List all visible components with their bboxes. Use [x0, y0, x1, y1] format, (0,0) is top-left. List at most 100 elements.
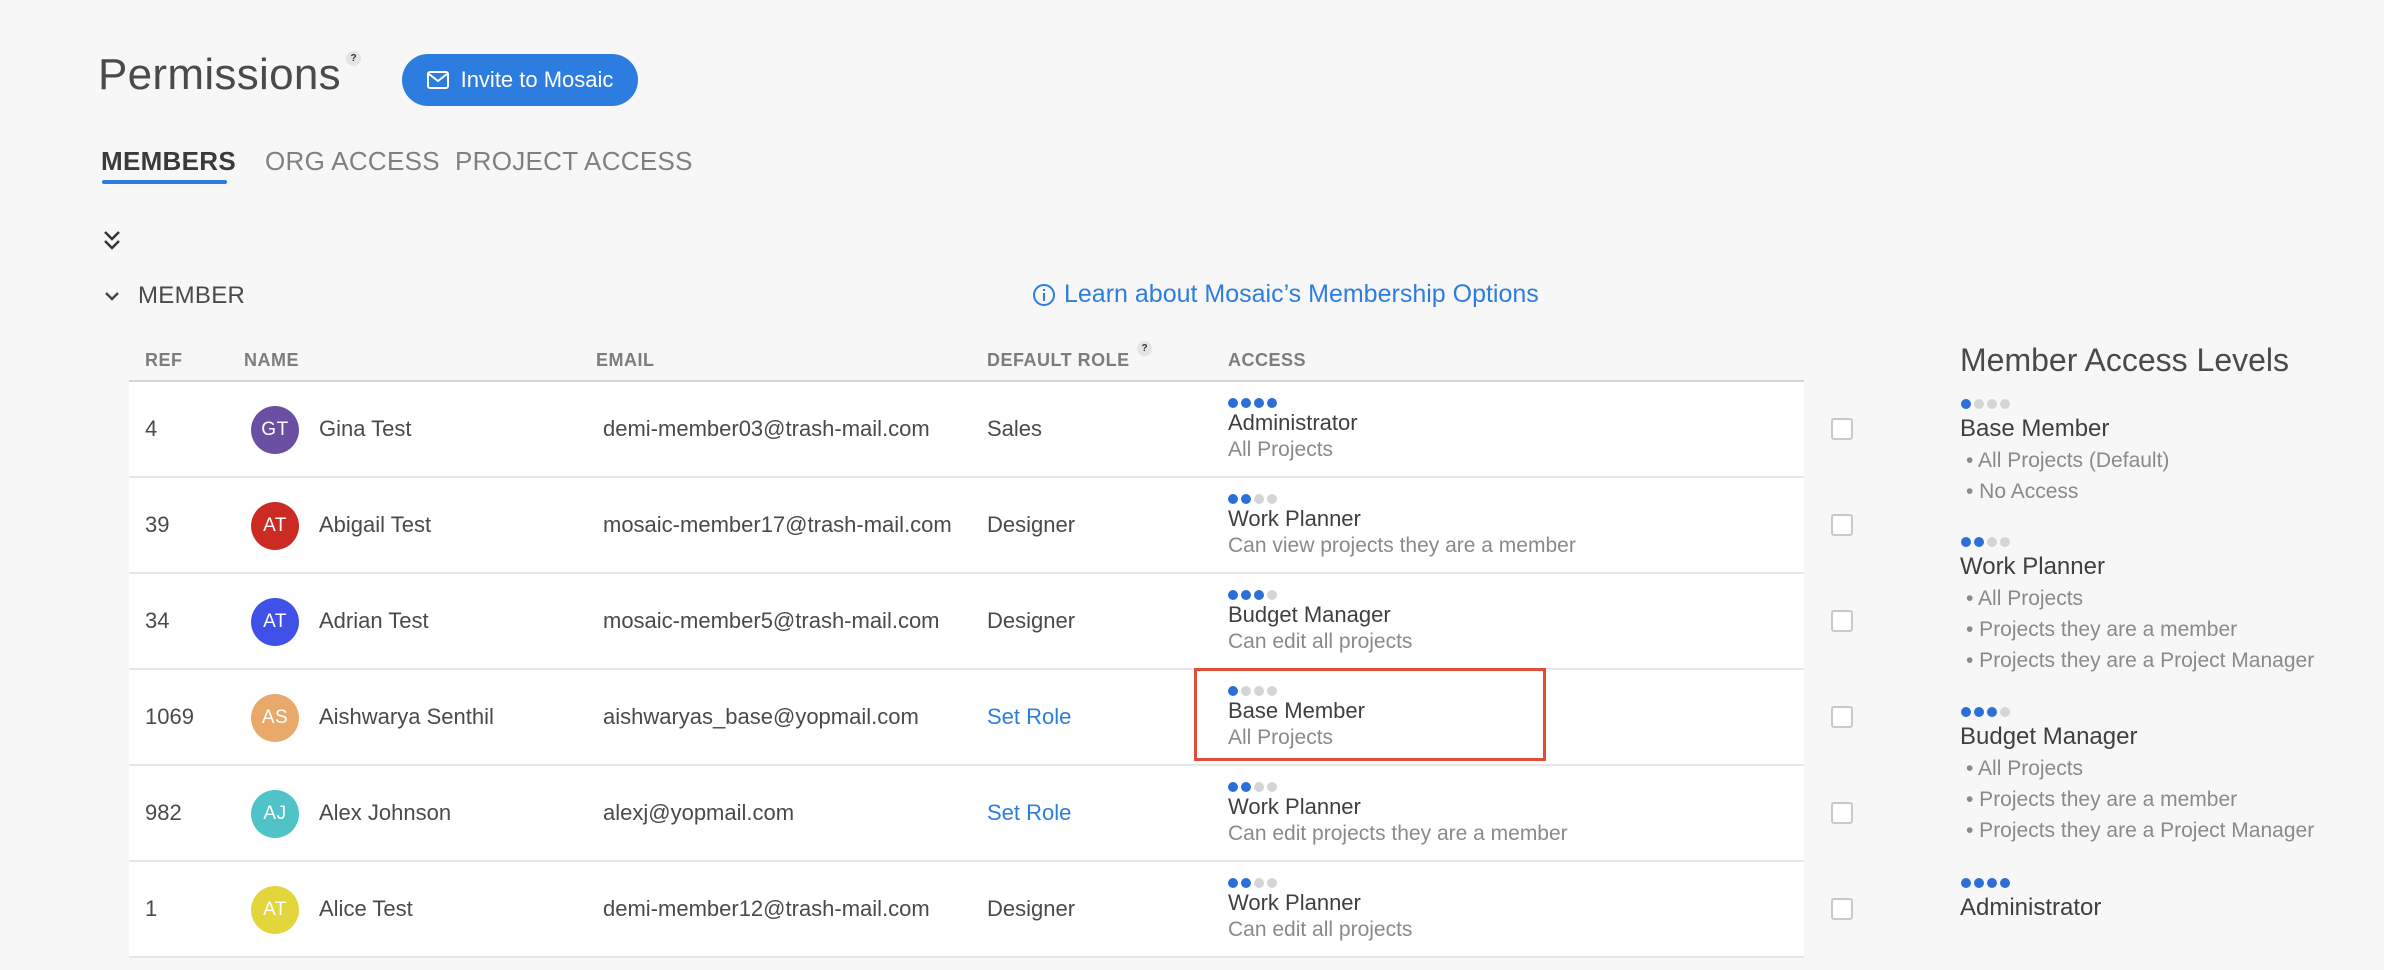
member-email: mosaic-member17@trash-mail.com [603, 512, 952, 537]
level-item: • All Projects (Default) [1966, 449, 2170, 472]
member-name[interactable]: Aishwarya Senthil [319, 704, 494, 730]
access-level[interactable]: Work Planner [1228, 794, 1361, 820]
row-checkbox[interactable] [1831, 706, 1853, 728]
avatar[interactable]: AT [251, 886, 299, 934]
table-row[interactable]: 34 AT Adrian Test mosaic-member5@trash-mail… [129, 574, 1804, 670]
level-name: Administrator [1960, 894, 2102, 921]
default-role: Designer [987, 512, 1076, 537]
access-level[interactable]: Budget Manager [1228, 602, 1391, 628]
access-level-dot [1241, 590, 1251, 600]
table-row[interactable]: 39 AT Abigail Test mosaic-member17@trash-ma… [129, 478, 1804, 574]
tab-members[interactable]: MEMBERS [101, 146, 236, 177]
access-level-dot [1241, 878, 1251, 888]
access-level-dot [1241, 686, 1251, 696]
avatar[interactable]: GT [251, 406, 299, 454]
access-level-dot [1228, 398, 1238, 408]
table-row[interactable]: 982 AJ Alex Johnson alexj@yopmail.com Set Ro… [129, 766, 1804, 862]
access-level-dot [1241, 398, 1251, 408]
member-name[interactable]: Alice Test [319, 896, 413, 922]
set-role-link[interactable]: Set Role [987, 800, 1071, 826]
row-ref: 1 [145, 896, 158, 921]
table-row[interactable]: 4 GT Gina Test demi-member03@trash-mail.com… [129, 382, 1804, 478]
access-level-dot [1267, 590, 1277, 600]
row-ref: 34 [145, 608, 170, 633]
chevron-down-icon[interactable] [102, 286, 122, 306]
invite-button-label: Invite to Mosaic [460, 67, 614, 92]
table-row[interactable]: 1 AT Alice Test demi-member12@trash-mail.co… [129, 862, 1804, 958]
access-scope: Can edit projects they are a member [1228, 822, 1568, 845]
row-checkbox[interactable] [1831, 802, 1853, 824]
default-role: Designer [987, 896, 1076, 921]
access-level-dot [1228, 494, 1238, 504]
avatar[interactable]: AJ [251, 790, 299, 838]
tab-org-access[interactable]: ORG ACCESS [265, 146, 440, 177]
access-level-dot [1267, 782, 1277, 792]
set-role-link[interactable]: Set Role [987, 704, 1071, 730]
access-level-dot [2000, 707, 2010, 717]
access-level-dots [1228, 494, 1277, 504]
access-level-dot [1254, 398, 1264, 408]
row-checkbox[interactable] [1831, 514, 1853, 536]
level-item: • Projects they are a Project Manager [1966, 819, 2315, 842]
level-item: • Projects they are a member [1966, 618, 2238, 641]
level-dots [1961, 399, 2010, 409]
column-header-default-role[interactable]: DEFAULT ROLE [987, 350, 1130, 371]
access-scope: All Projects [1228, 438, 1334, 461]
access-level-dot [1267, 494, 1277, 504]
collapse-all-icon[interactable] [101, 228, 123, 252]
access-level-dot [2000, 878, 2010, 888]
level-name: Budget Manager [1960, 723, 2138, 750]
column-header-access[interactable]: ACCESS [1228, 350, 1306, 371]
member-email: aishwaryas_base@yopmail.com [603, 704, 919, 729]
level-item: • No Access [1966, 480, 2079, 503]
member-name[interactable]: Gina Test [319, 416, 412, 442]
level-dots [1961, 707, 2010, 717]
avatar[interactable]: AT [251, 502, 299, 550]
access-level-dot [1228, 878, 1238, 888]
row-checkbox[interactable] [1831, 610, 1853, 632]
avatar[interactable]: AS [251, 694, 299, 742]
avatar[interactable]: AT [251, 598, 299, 646]
access-level-dot [1228, 782, 1238, 792]
level-dots [1961, 878, 2010, 888]
access-level-dot [1987, 537, 1997, 547]
member-name[interactable]: Alex Johnson [319, 800, 451, 826]
access-level-dot [1974, 707, 1984, 717]
access-level[interactable]: Administrator [1228, 410, 1358, 436]
help-icon[interactable]: ? [346, 51, 361, 66]
row-ref: 39 [145, 512, 170, 537]
row-ref: 1069 [145, 704, 194, 729]
access-level-dot [1961, 707, 1971, 717]
access-level-dots [1228, 782, 1277, 792]
access-level-dot [1974, 537, 1984, 547]
info-icon [1033, 283, 1055, 306]
row-checkbox[interactable] [1831, 418, 1853, 440]
row-checkbox[interactable] [1831, 898, 1853, 920]
access-level-dot [1254, 782, 1264, 792]
default-role: Sales [987, 416, 1043, 441]
access-level-dot [1961, 878, 1971, 888]
learn-membership-link[interactable]: Learn about Mosaic’s Membership Options [1032, 280, 1539, 309]
access-level[interactable]: Work Planner [1228, 890, 1361, 916]
access-scope: All Projects [1228, 726, 1334, 749]
column-header-ref[interactable]: REF [145, 350, 183, 371]
row-ref: 982 [145, 800, 182, 825]
invite-button[interactable]: Invite to Mosaic [402, 54, 638, 106]
access-level[interactable]: Base Member [1228, 698, 1365, 724]
table-row[interactable]: 1069 AS Aishwarya Senthil aishwaryas_base@y… [129, 670, 1804, 766]
access-level-dot [1228, 686, 1238, 696]
member-name[interactable]: Adrian Test [319, 608, 429, 634]
level-item: • Projects they are a member [1966, 788, 2238, 811]
column-header-email[interactable]: EMAIL [596, 350, 655, 371]
access-level[interactable]: Work Planner [1228, 506, 1361, 532]
mail-icon [426, 71, 449, 89]
member-name[interactable]: Abigail Test [319, 512, 431, 538]
help-icon[interactable]: ? [1137, 341, 1152, 356]
column-header-name[interactable]: NAME [244, 350, 299, 371]
tab-project-access[interactable]: PROJECT ACCESS [455, 146, 693, 177]
access-level-dots [1228, 590, 1277, 600]
access-scope: Can edit all projects [1228, 630, 1413, 653]
default-role: Designer [987, 608, 1076, 633]
level-item: • Projects they are a Project Manager [1966, 649, 2315, 672]
row-ref: 4 [145, 416, 158, 441]
